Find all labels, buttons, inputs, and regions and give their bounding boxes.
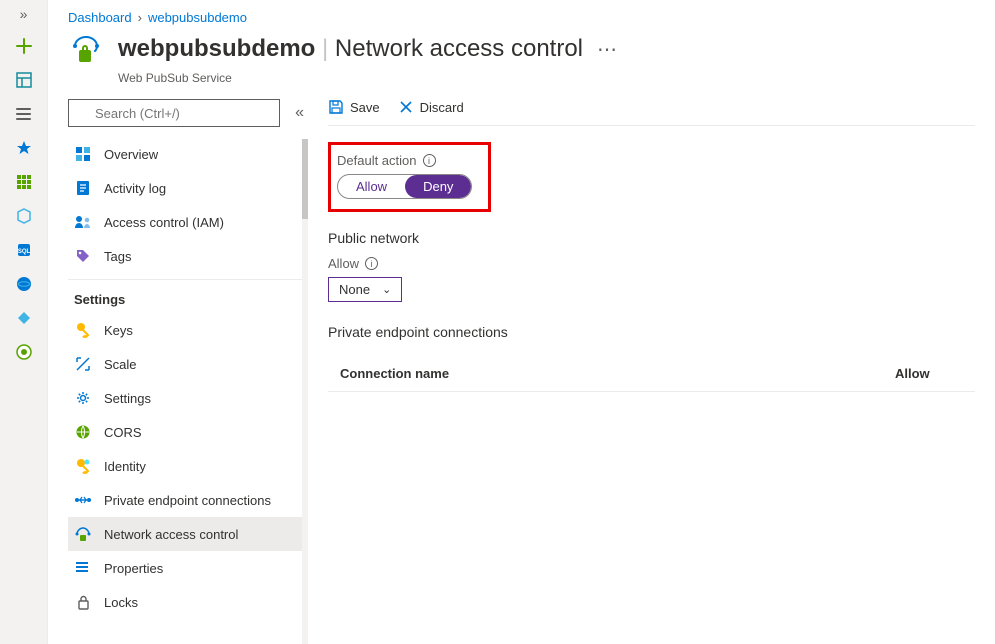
network-access-icon xyxy=(74,525,92,543)
nav-overview[interactable]: Overview xyxy=(68,137,302,171)
overview-icon xyxy=(74,145,92,163)
advisor-icon[interactable] xyxy=(14,342,34,362)
discard-button[interactable]: Discard xyxy=(398,99,464,115)
col-connection-name: Connection name xyxy=(328,366,895,381)
info-icon[interactable]: i xyxy=(365,257,378,270)
grid-icon[interactable] xyxy=(14,172,34,192)
nav-settings[interactable]: Settings xyxy=(68,381,302,415)
info-icon[interactable]: i xyxy=(423,154,436,167)
nav-scale[interactable]: Scale xyxy=(68,347,302,381)
nav-properties[interactable]: Properties xyxy=(68,551,302,585)
page-header: webpubsubdemo | Network access control ⋯ xyxy=(48,27,995,75)
keys-icon xyxy=(74,321,92,339)
properties-icon xyxy=(74,559,92,577)
activity-log-icon xyxy=(74,179,92,197)
allow-dropdown[interactable]: None ⌄ xyxy=(328,277,402,302)
nav-locks[interactable]: Locks xyxy=(68,585,302,619)
svg-text:SQL: SQL xyxy=(17,249,30,255)
dashboard-icon[interactable] xyxy=(14,70,34,90)
private-endpoint-heading: Private endpoint connections xyxy=(328,324,975,340)
chevron-down-icon: ⌄ xyxy=(382,283,391,296)
command-bar: Save Discard xyxy=(328,99,975,126)
col-allow: Allow xyxy=(895,366,975,381)
nav-identity[interactable]: Identity xyxy=(68,449,302,483)
resource-menu: « Overview Activity log Access control (… xyxy=(48,99,308,644)
chevron-right-icon: › xyxy=(138,10,142,25)
search-input[interactable] xyxy=(68,99,280,127)
diamond-icon[interactable] xyxy=(14,308,34,328)
resource-type-label: Web PubSub Service xyxy=(48,71,995,85)
highlight-box: Default action i Allow Deny xyxy=(328,142,491,212)
nav-network-access-control[interactable]: Network access control xyxy=(68,517,302,551)
connections-table-header: Connection name Allow xyxy=(328,352,975,392)
scale-icon xyxy=(74,355,92,373)
nav-access-control[interactable]: Access control (IAM) xyxy=(68,205,302,239)
public-network-heading: Public network xyxy=(328,230,975,246)
nav-private-endpoint[interactable]: Private endpoint connections xyxy=(68,483,302,517)
tags-icon xyxy=(74,247,92,265)
nav-keys[interactable]: Keys xyxy=(68,313,302,347)
breadcrumb-root[interactable]: Dashboard xyxy=(68,10,132,25)
identity-icon xyxy=(74,457,92,475)
nav-scrollbar[interactable] xyxy=(302,139,308,644)
sql-icon[interactable]: SQL xyxy=(14,240,34,260)
iam-icon xyxy=(74,213,92,231)
allow-label: Allow i xyxy=(328,256,975,271)
page-title: webpubsubdemo | Network access control xyxy=(118,35,583,63)
resource-icon xyxy=(68,31,104,67)
default-action-toggle[interactable]: Allow Deny xyxy=(337,174,472,199)
favorites-icon[interactable] xyxy=(14,138,34,158)
nav-group-settings: Settings xyxy=(68,279,302,313)
toggle-allow[interactable]: Allow xyxy=(338,175,405,198)
breadcrumb-current[interactable]: webpubsubdemo xyxy=(148,10,247,25)
create-resource-icon[interactable] xyxy=(14,36,34,56)
lock-icon xyxy=(74,593,92,611)
gear-icon xyxy=(74,389,92,407)
collapse-menu-icon[interactable]: « xyxy=(295,104,304,122)
globe-icon[interactable] xyxy=(14,274,34,294)
nav-cors[interactable]: CORS xyxy=(68,415,302,449)
content-pane: Save Discard Default action i Allow Deny xyxy=(308,99,995,644)
cors-icon xyxy=(74,423,92,441)
toggle-deny[interactable]: Deny xyxy=(405,175,471,198)
cube-icon[interactable] xyxy=(14,206,34,226)
more-actions-button[interactable]: ⋯ xyxy=(597,37,619,62)
all-resources-icon[interactable] xyxy=(14,104,34,124)
global-nav-rail: » SQL xyxy=(0,0,48,644)
breadcrumb: Dashboard › webpubsubdemo xyxy=(48,0,995,27)
nav-activity-log[interactable]: Activity log xyxy=(68,171,302,205)
default-action-label: Default action i xyxy=(337,153,472,168)
expand-rail-icon[interactable]: » xyxy=(20,6,28,22)
private-endpoint-icon xyxy=(74,491,92,509)
save-button[interactable]: Save xyxy=(328,99,380,115)
nav-tags[interactable]: Tags xyxy=(68,239,302,273)
